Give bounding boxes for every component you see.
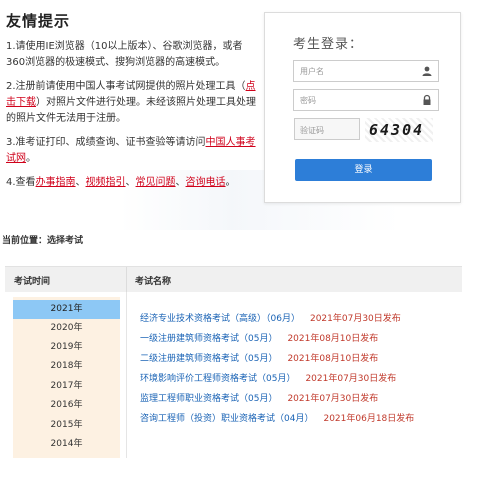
login-panel: 考生登录： 用户名 密码 验证码 64304 登录: [264, 12, 461, 203]
username-placeholder: 用户名: [300, 67, 324, 76]
user-icon: [422, 66, 432, 76]
exam-link[interactable]: 一级注册建筑师资格考试（05月）: [140, 334, 277, 344]
exam-link[interactable]: 经济专业技术资格考试（高级）（06月）: [140, 314, 300, 324]
contact-phone-link[interactable]: 咨询电话: [186, 177, 226, 188]
captcha-image[interactable]: 64304: [365, 118, 433, 142]
tip-4-sep-1: 、: [75, 177, 86, 188]
year-item-2016[interactable]: 2016年: [13, 396, 120, 415]
exam-date: 2021年07月30日发布: [287, 394, 379, 404]
tip-1: 1.请使用IE浏览器（10以上版本）、谷歌浏览器，或者360浏览器的极速模式、搜…: [6, 39, 260, 71]
tips-title: 友情提示: [6, 12, 71, 30]
tip-4: 4.查看办事指南、视频指引、常见问题、咨询电话。: [6, 175, 260, 191]
exam-row: 咨询工程师（投资）职业资格考试（04月） 2021年06月18日发布: [140, 411, 414, 424]
tip-4-text-a: 4.查看: [6, 177, 36, 188]
year-item-2021[interactable]: 2021年: [13, 300, 120, 319]
exam-row: 环境影响评价工程师资格考试（05月） 2021年07月30日发布: [140, 371, 396, 384]
tip-3: 3.准考证打印、成绩查询、证书查验等请访问中国人事考试网。: [6, 135, 260, 167]
exam-date: 2021年06月18日发布: [323, 414, 415, 424]
exam-date: 2021年07月30日发布: [305, 374, 397, 384]
captcha-placeholder: 验证码: [300, 126, 324, 135]
captcha-text: 64304: [369, 121, 425, 139]
tip-4-text-b: 。: [225, 177, 236, 188]
exam-link[interactable]: 二级注册建筑师资格考试（05月）: [140, 354, 277, 364]
exam-row: 经济专业技术资格考试（高级）（06月） 2021年07月30日发布: [140, 311, 401, 324]
video-guide-link[interactable]: 视频指引: [86, 177, 126, 188]
password-field[interactable]: 密码: [293, 89, 439, 111]
year-item-2014[interactable]: 2014年: [13, 435, 120, 454]
login-title: 考生登录：: [293, 37, 364, 52]
exam-date: 2021年07月30日发布: [309, 314, 401, 324]
year-item-2015[interactable]: 2015年: [13, 416, 120, 435]
tip-2: 2.注册前请使用中国人事考试网提供的照片处理工具（点击下载）对照片文件进行处理。…: [6, 79, 260, 127]
breadcrumb: 当前位置：选择考试: [2, 236, 84, 246]
year-item-2019[interactable]: 2019年: [13, 338, 120, 357]
tip-1-text: 1.请使用IE浏览器（10以上版本）、谷歌浏览器，或者360浏览器的极速模式、搜…: [6, 41, 243, 68]
table-divider: [126, 292, 127, 458]
tip-2-text-a: 2.注册前请使用中国人事考试网提供的照片处理工具（: [6, 81, 246, 92]
exam-row: 监理工程师职业资格考试（05月） 2021年07月30日发布: [140, 391, 378, 404]
captcha-field[interactable]: 验证码: [294, 118, 360, 140]
column-header-exam-name: 考试名称: [135, 277, 172, 287]
exam-date: 2021年08月10日发布: [287, 334, 379, 344]
exam-date: 2021年08月10日发布: [287, 354, 379, 364]
year-item-2020[interactable]: 2020年: [13, 319, 120, 338]
login-button[interactable]: 登录: [295, 159, 432, 181]
tips-panel: 友情提示 1.请使用IE浏览器（10以上版本）、谷歌浏览器，或者360浏览器的极…: [6, 10, 260, 199]
tip-2-text-b: ）对照片文件进行处理。未经该照片处理工具处理的照片文件无法用于注册。: [6, 97, 256, 124]
tip-3-text-b: 。: [26, 153, 36, 164]
year-list: 2021年 2020年 2019年 2018年 2017年 2016年 2015…: [13, 297, 120, 458]
column-separator: [126, 267, 127, 293]
exam-link[interactable]: 环境影响评价工程师资格考试（05月）: [140, 374, 295, 384]
faq-link[interactable]: 常见问题: [136, 177, 176, 188]
lock-icon: [423, 94, 431, 105]
exam-link[interactable]: 咨询工程师（投资）职业资格考试（04月）: [140, 414, 313, 424]
year-item-2017[interactable]: 2017年: [13, 377, 120, 396]
username-field[interactable]: 用户名: [293, 60, 439, 82]
table-header: 考试时间 考试名称: [5, 266, 462, 293]
exam-link[interactable]: 监理工程师职业资格考试（05月）: [140, 394, 277, 404]
tip-4-sep-2: 、: [125, 177, 136, 188]
year-item-2018[interactable]: 2018年: [13, 357, 120, 376]
exam-row: 二级注册建筑师资格考试（05月） 2021年08月10日发布: [140, 351, 378, 364]
guide-link[interactable]: 办事指南: [36, 177, 76, 188]
tip-3-text-a: 3.准考证打印、成绩查询、证书查验等请访问: [6, 137, 206, 148]
password-placeholder: 密码: [300, 96, 316, 105]
tip-4-sep-3: 、: [175, 177, 186, 188]
column-header-year: 考试时间: [14, 277, 51, 287]
exam-row: 一级注册建筑师资格考试（05月） 2021年08月10日发布: [140, 331, 378, 344]
